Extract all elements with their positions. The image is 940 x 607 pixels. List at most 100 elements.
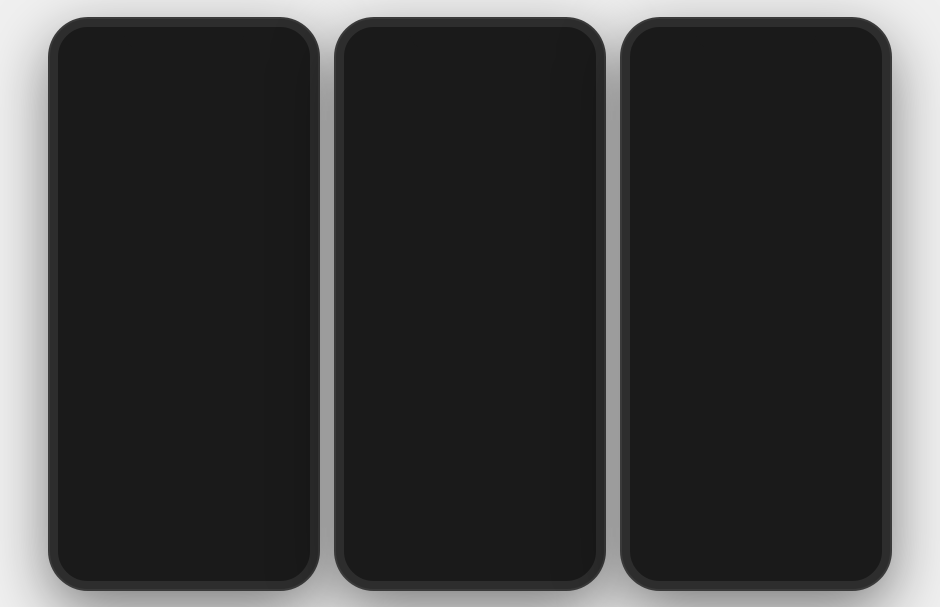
collection-card[interactable]: › Curiously Candid TV 75 titles Follow [344,269,596,355]
downloads-icon: ⬇ [210,552,220,566]
collection-card[interactable]: Netflix Is a Joke 🎉 75 titles Follow [630,91,882,177]
follow-button[interactable]: Follow [703,427,737,438]
follow-button[interactable]: Follow [99,516,133,527]
follow-button[interactable]: Follow [99,160,133,171]
card-content: Real & Riveting 75 titles Follow [58,223,310,266]
collection-card[interactable]: › Explore Great Britain 75 titles Follow [58,91,310,177]
collection-card[interactable]: Artful Adventures 75 titles [630,536,882,545]
nav-item-search[interactable]: ⌕Search [121,552,184,575]
collection-card[interactable]: › Real & Riveting 75 titles Follow [58,180,310,266]
status-bar: 8:31 ▲▲▲ ⌾ ▐ [58,27,310,55]
nav-item-home[interactable]: ⌂Home [630,552,693,574]
status-bar: 8:31 ▲▲▲ ⌾ ▐ [344,27,596,55]
card-content: Let's Keep It Light 75 titles Follow [344,223,596,266]
collections-scroll[interactable]: Netflix Is a Joke 🎉 75 titles Follow Tak… [630,91,882,545]
collection-card[interactable]: › Find a Docuseries 75 titles Follow [630,269,882,355]
collection-card[interactable]: › Watch, Gasp, Repeat 75 titles · 4.2K F… [630,358,882,444]
collection-card[interactable]: Prizewinning Movie Picks 75 titles [344,536,596,545]
card-title: Oddballs & Outcasts [66,496,302,512]
nav-item-search[interactable]: ⌕Search [693,552,756,575]
collection-card[interactable]: › Just for Laughs 75 titles · 4.5K Follo… [58,358,310,444]
nav-label: More [843,569,859,576]
collection-card[interactable]: › Let's Be Real 75 titles Follow [344,91,596,177]
card-title: Find a Docuseries [638,318,874,334]
collections-scroll[interactable]: › Let's Be Real 75 titles Follow › Let's… [344,91,596,545]
nav-item-downloads[interactable]: ⬇Downloads [470,552,533,574]
nav-label: Downloads [484,567,519,574]
card-content: Find Your Next Series 75 titles Follow [58,312,310,355]
follow-button[interactable]: Follow [99,249,133,260]
titles-count: 66 titles [352,517,380,526]
card-content: Let's Be Real 75 titles Follow [344,134,596,177]
follow-button[interactable]: Follow [710,516,744,527]
card-content: Oddballs & Outcasts 75 titles Follow [58,490,310,533]
card-meta: 75 titles Follow [66,516,302,527]
app-header: N [344,55,596,91]
card-content: Just for Laughs 75 titles · 4.5K Follow [58,401,310,444]
titles-count: 75 titles [638,339,666,348]
follow-button[interactable]: Follow [385,160,419,171]
follow-button[interactable]: Follow [131,427,165,438]
titles-count: 75 titles [66,428,94,437]
bottom-nav: ⌂Home⌕Search⬇Downloads ⋯ 12 More [344,545,596,581]
follow-button[interactable]: Follow [385,249,419,260]
card-meta: 75 titles Follow [638,249,874,260]
collection-card[interactable]: › Let's Keep It Light 75 titles Follow [344,180,596,266]
nav-label: More [271,569,287,576]
card-title: Short and Funny [352,496,588,512]
nav-item-downloads[interactable]: ⬇Downloads [184,552,247,574]
card-content: Dark & Devious TV Shows 75 titles Follow [344,401,596,444]
titles-count: 75 titles [352,428,380,437]
follow-button[interactable]: Follow [671,160,705,171]
chevron-down-icon: ▾ [163,68,167,77]
card-meta: 75 titles Follow [638,338,874,349]
badge: · 4.2K [671,428,698,437]
header-title[interactable]: Collections ▾ [91,65,167,80]
badge: · 4.5K [99,428,126,437]
card-meta: 66 titles Follow [352,516,588,527]
nav-item-home[interactable]: ⌂Home [344,552,407,574]
card-title: Find Your Next Series [66,318,302,334]
phone-3: 8:31 ▲▲▲ ⌾ ▐ N Netflix Is a Joke 🎉 75 ti… [622,19,890,589]
nav-label: Home [366,567,385,574]
follow-button[interactable]: Follow [385,338,419,349]
nav-item-home[interactable]: ⌂Home [58,552,121,574]
card-meta: 75 titles · 4.2K Follow [638,427,874,438]
nav-item-search[interactable]: ⌕Search [407,552,470,575]
card-meta: 75 titles Follow [352,338,588,349]
titles-count: 75 titles [66,250,94,259]
card-meta: 75 titles Follow [66,338,302,349]
card-content: Take a Closer Look 75 titles Follow [630,223,882,266]
downloads-icon: ⬇ [782,552,792,566]
follow-button[interactable]: Follow [99,338,133,349]
search-icon: ⌕ [435,552,442,567]
follow-button[interactable]: Follow [671,249,705,260]
cast-icon[interactable] [288,511,304,527]
battery-icon: ▐ [574,39,580,48]
follow-button[interactable]: Follow [671,338,705,349]
nav-item-more[interactable]: ⋯ 12 More [819,550,882,576]
card-title: Just for Laughs [66,407,302,423]
phone-screen: 8:31 ▲▲▲ ⌾ ▐ NCollections ▾› Explore Gre… [58,27,310,581]
nav-item-more[interactable]: ⋯ 12 More [247,550,310,576]
nav-item-more[interactable]: ⋯ 12 More [533,550,596,576]
status-icons: ▲▲▲ ⌾ ▐ [252,39,294,49]
collection-card[interactable]: Short and Funny 66 titles Follow [344,447,596,533]
nav-label: Search [713,568,735,575]
card-meta: 75 titles Follow [352,160,588,171]
follow-button[interactable]: Follow [385,516,419,527]
titles-count: 75 titles [352,161,380,170]
nav-item-downloads[interactable]: ⬇Downloads [756,552,819,574]
app-header: N [630,55,882,91]
collection-card[interactable]: Find Your Funny on TV 75 titles · 4.1.4K… [630,447,882,533]
nav-badge-wrapper: ⋯ 12 [559,550,571,568]
collection-card[interactable]: Take a Closer Look 75 titles Follow [630,180,882,266]
follow-button[interactable]: Follow [385,427,419,438]
collection-card[interactable]: Dark & Devious TV Shows 75 titles Follow [344,358,596,444]
collection-card[interactable]: › Find Your Next Series 75 titles Follow [58,269,310,355]
card-meta: 75 titles Follow [66,160,302,171]
collection-card[interactable]: Oddballs & Outcasts 75 titles Follow [58,447,310,533]
badge-count: 12 [280,547,290,557]
phone-1: 8:31 ▲▲▲ ⌾ ▐ NCollections ▾› Explore Gre… [50,19,318,589]
collections-scroll[interactable]: › Explore Great Britain 75 titles Follow… [58,91,310,545]
